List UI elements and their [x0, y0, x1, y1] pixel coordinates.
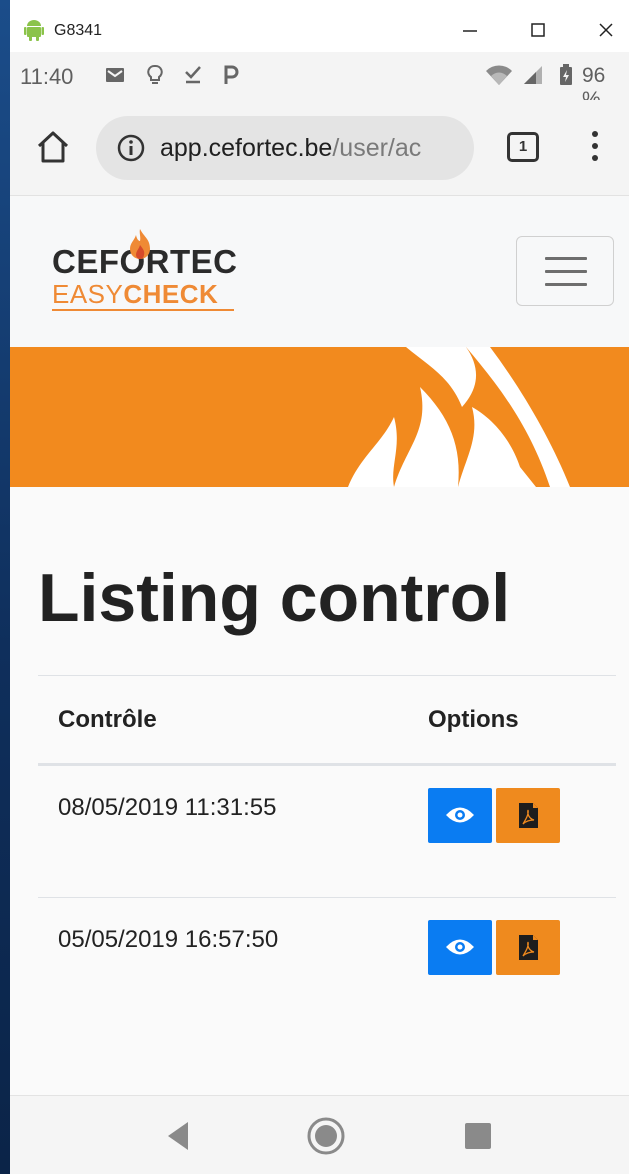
pdf-button[interactable]: [496, 788, 560, 843]
signal-icon: [524, 66, 542, 84]
status-time: 11:40: [20, 64, 74, 89]
tab-switcher-button[interactable]: 1: [507, 132, 539, 162]
url-bar[interactable]: app.cefortec.be/user/ac: [96, 116, 474, 180]
status-bar: 11:40 96 %: [10, 52, 629, 111]
table-header-row: Contrôle Options: [38, 675, 616, 763]
browser-toolbar: app.cefortec.be/user/ac 1: [10, 100, 629, 196]
control-date: 08/05/2019 11:31:55: [58, 794, 277, 821]
logo-check: CHECK: [123, 279, 219, 309]
main-content: Listing control Contrôle Options 08/05/2…: [10, 487, 629, 1095]
window-title: G8341: [54, 22, 103, 39]
banner-flame-graphic: [348, 347, 570, 487]
maximize-icon[interactable]: [526, 18, 550, 42]
hamburger-menu-button[interactable]: [516, 236, 614, 306]
flame-icon: [130, 229, 150, 259]
home-icon[interactable]: [34, 128, 72, 166]
table-row: 05/05/2019 16:57:50: [38, 897, 616, 1031]
url-text: app.cefortec.be/user/ac: [160, 134, 421, 163]
android-icon: [24, 20, 44, 41]
column-header-controle: Contrôle: [58, 706, 157, 733]
table-row: 08/05/2019 11:31:55: [38, 763, 616, 897]
more-menu-icon[interactable]: [583, 128, 607, 166]
parking-icon: [224, 65, 239, 84]
eye-icon: [446, 939, 474, 955]
recent-apps-icon[interactable]: [456, 1114, 500, 1158]
hero-banner: [10, 347, 629, 487]
logo-line2: EASYCHECK: [52, 279, 218, 310]
control-table: Contrôle Options 08/05/2019 11:31:55 05/…: [38, 675, 616, 1031]
info-icon[interactable]: [116, 133, 146, 163]
logo-easy: EASY: [52, 279, 124, 309]
column-header-options: Options: [428, 706, 519, 733]
emulator-window: G8341 11:40 96 app.cefortec.be/user/ac 1…: [10, 0, 629, 1174]
home-circle-icon[interactable]: [304, 1114, 348, 1158]
control-date: 05/05/2019 16:57:50: [58, 926, 279, 953]
site-header: CEFORTEC EASYCHECK: [10, 197, 629, 347]
battery-icon: [560, 64, 572, 85]
view-button[interactable]: [428, 920, 492, 975]
url-host: app.cefortec.be: [160, 134, 333, 162]
pdf-button[interactable]: [496, 920, 560, 975]
minimize-icon[interactable]: [458, 18, 482, 42]
close-icon[interactable]: [594, 18, 618, 42]
page-title: Listing control: [38, 560, 511, 636]
cefortec-logo[interactable]: CEFORTEC EASYCHECK: [50, 229, 250, 317]
pdf-icon: [519, 935, 538, 960]
logo-underline: [52, 309, 234, 311]
wifi-icon: [486, 65, 512, 85]
gmail-icon: [106, 68, 124, 82]
url-path: /user/ac: [332, 134, 422, 162]
android-nav-bar: [10, 1095, 629, 1174]
eye-icon: [446, 807, 474, 823]
download-done-icon: [185, 66, 201, 84]
window-titlebar: G8341: [10, 0, 629, 52]
pdf-icon: [519, 803, 538, 828]
bulb-icon: [147, 64, 163, 84]
view-button[interactable]: [428, 788, 492, 843]
back-icon[interactable]: [156, 1114, 200, 1158]
